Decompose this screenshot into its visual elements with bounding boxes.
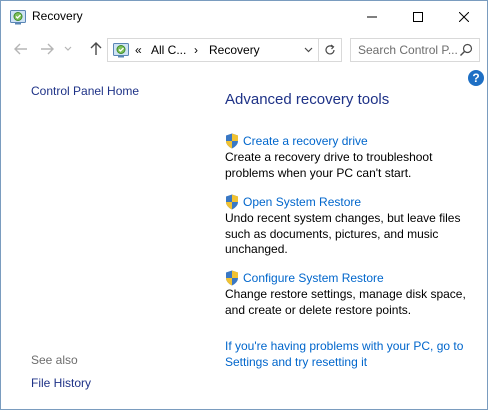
back-button[interactable] [12, 40, 30, 58]
minimize-button[interactable] [349, 1, 395, 32]
open-system-restore-description: Undo recent system changes, but leave fi… [225, 211, 461, 256]
minimize-icon [367, 16, 377, 17]
up-arrow-icon [90, 42, 102, 55]
create-recovery-drive-description: Create a recovery drive to troubleshoot … [225, 150, 433, 180]
navigation-bar: « All C... › Recovery Search Control P..… [1, 32, 487, 68]
chevron-down-icon [304, 47, 312, 53]
close-button[interactable] [441, 1, 487, 32]
uac-shield-icon [226, 194, 238, 210]
open-system-restore-link[interactable]: Open System Restore [225, 194, 485, 210]
address-overflow[interactable]: « [135, 43, 142, 57]
page-heading: Advanced recovery tools [225, 91, 390, 108]
recovery-icon [113, 43, 129, 58]
address-history-dropdown[interactable] [298, 39, 318, 61]
refresh-icon [325, 44, 335, 55]
see-also-label: See also [31, 353, 78, 367]
help-icon[interactable]: ? [468, 70, 484, 86]
maximize-icon [413, 11, 423, 22]
create-recovery-drive-label[interactable]: Create a recovery drive [243, 134, 368, 148]
recent-locations-button[interactable] [63, 40, 73, 58]
file-history-link[interactable]: File History [31, 376, 91, 390]
create-recovery-drive-link[interactable]: Create a recovery drive [225, 133, 485, 149]
window-title: Recovery [32, 9, 83, 23]
maximize-button[interactable] [395, 1, 441, 32]
chevron-down-icon [64, 46, 72, 51]
recovery-icon [10, 10, 26, 25]
reset-pc-link[interactable]: If you're having problems with your PC, … [225, 339, 480, 370]
breadcrumb-all-control-panel[interactable]: All C... [151, 43, 186, 57]
control-panel-home-link[interactable]: Control Panel Home [31, 84, 139, 98]
forward-button[interactable] [38, 40, 56, 58]
task-create-recovery-drive: Create a recovery drive Create a recover… [225, 133, 485, 181]
task-configure-system-restore: Configure System Restore Change restore … [225, 270, 485, 318]
search-icon[interactable] [459, 43, 473, 57]
refresh-button[interactable] [318, 39, 341, 61]
close-icon [459, 11, 469, 22]
back-arrow-icon [14, 43, 27, 55]
up-button[interactable] [87, 40, 105, 58]
configure-system-restore-label[interactable]: Configure System Restore [243, 271, 384, 285]
task-open-system-restore: Open System Restore Undo recent system c… [225, 194, 485, 258]
search-box[interactable]: Search Control P... [350, 38, 480, 62]
address-bar[interactable]: « All C... › Recovery [107, 38, 342, 62]
breadcrumb-recovery[interactable]: Recovery [209, 43, 260, 57]
search-input[interactable]: Search Control P... [358, 43, 458, 57]
recovery-window: Recovery « All C... › Recovery Search Co… [0, 0, 488, 410]
breadcrumb-separator[interactable]: › [194, 43, 198, 57]
forward-arrow-icon [41, 43, 54, 55]
title-bar[interactable]: Recovery [1, 1, 487, 32]
configure-system-restore-link[interactable]: Configure System Restore [225, 270, 485, 286]
uac-shield-icon [226, 270, 238, 286]
uac-shield-icon [226, 133, 238, 149]
open-system-restore-label[interactable]: Open System Restore [243, 195, 361, 209]
configure-system-restore-description: Change restore settings, manage disk spa… [225, 287, 466, 317]
